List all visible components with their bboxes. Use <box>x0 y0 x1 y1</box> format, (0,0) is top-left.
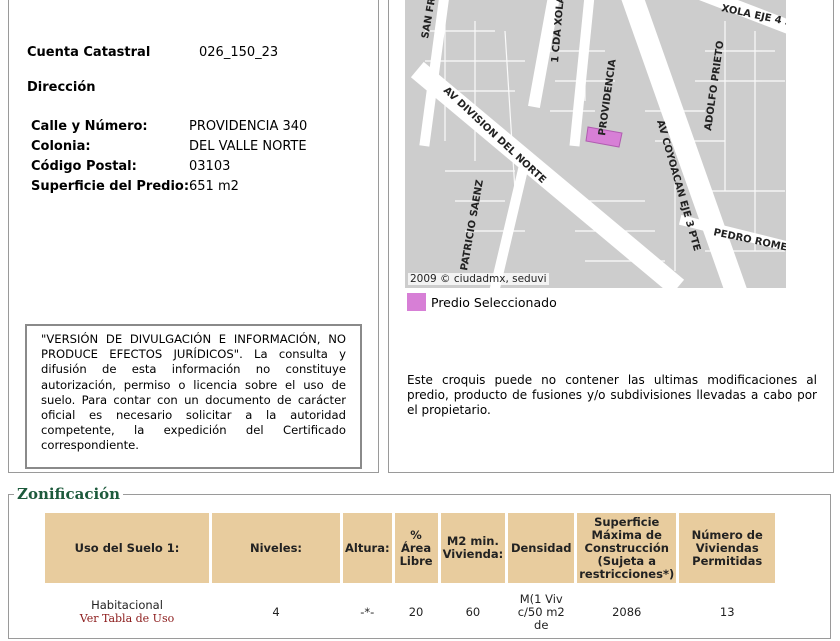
ver-tabla-de-uso-link[interactable]: Ver Tabla de Uso <box>47 612 207 625</box>
address-value: DEL VALLE NORTE <box>189 139 307 154</box>
table-row: Habitacional Ver Tabla de Uso 4 -*- 20 6… <box>45 586 775 638</box>
cuenta-catastral-label: Cuenta Catastral <box>27 45 151 60</box>
map-credit: 2009 © ciudadmx, seduvi <box>408 273 549 285</box>
col-m2-min: M2 min. Vivienda: <box>440 513 506 583</box>
map-disclaimer-note: Este croquis puede no contener las ultim… <box>407 373 817 417</box>
cell-densidad: M(1 Viv c/50 m2 de <box>517 591 565 632</box>
col-altura: Altura: <box>343 513 392 583</box>
legend-swatch <box>407 293 426 311</box>
cell-altura: -*- <box>360 604 375 619</box>
zonificacion-title: Zonificación <box>14 485 124 503</box>
address-label: Superficie del Predio: <box>31 179 190 194</box>
street-map: SAN FRA 1 CDA XOLA XOLA EJE 4 SUR PROVID… <box>405 0 786 288</box>
address-value: 03103 <box>189 159 231 174</box>
cuenta-catastral-value: 026_150_23 <box>199 45 279 60</box>
col-niveles: Niveles: <box>212 513 340 583</box>
col-uso-suelo: Uso del Suelo 1: <box>45 513 209 583</box>
map-panel: SAN FRA 1 CDA XOLA XOLA EJE 4 SUR PROVID… <box>388 0 834 473</box>
map-image[interactable]: SAN FRA 1 CDA XOLA XOLA EJE 4 SUR PROVID… <box>405 0 786 288</box>
direccion-heading: Dirección <box>27 80 96 95</box>
uso-suelo-value: Habitacional <box>91 598 163 612</box>
cell-area-libre: 20 <box>408 604 424 619</box>
address-label: Colonia: <box>31 139 91 154</box>
col-densidad: Densidad <box>508 513 575 583</box>
legend-label: Predio Seleccionado <box>431 294 557 310</box>
cell-niveles: 4 <box>272 604 280 619</box>
col-num-viviendas: Número de Viviendas Permitidas <box>679 513 776 583</box>
predio-info-panel: Cuenta Catastral 026_150_23 Dirección Ca… <box>8 0 379 473</box>
col-superficie-max: Superficie Máxima de Construcción (Sujet… <box>577 513 677 583</box>
cell-superficie-max: 2086 <box>612 604 642 619</box>
zonificacion-table: Uso del Suelo 1: Niveles: Altura: % Área… <box>42 510 778 641</box>
col-area-libre: % Área Libre <box>394 513 438 583</box>
address-label: Calle y Número: <box>31 119 148 134</box>
table-header-row: Uso del Suelo 1: Niveles: Altura: % Área… <box>45 513 776 583</box>
cell-uso-suelo: Habitacional Ver Tabla de Uso <box>45 586 209 638</box>
cell-m2-min: 60 <box>465 604 481 619</box>
cell-num-viviendas: 13 <box>719 604 735 619</box>
address-value: 651 m2 <box>189 179 239 194</box>
map-legend: Predio Seleccionado <box>407 293 557 311</box>
disclaimer-box: "VERSIÓN DE DIVULGACIÓN E INFORMACIÓN, N… <box>25 324 362 469</box>
address-label: Código Postal: <box>31 159 137 174</box>
address-value: PROVIDENCIA 340 <box>189 119 308 134</box>
